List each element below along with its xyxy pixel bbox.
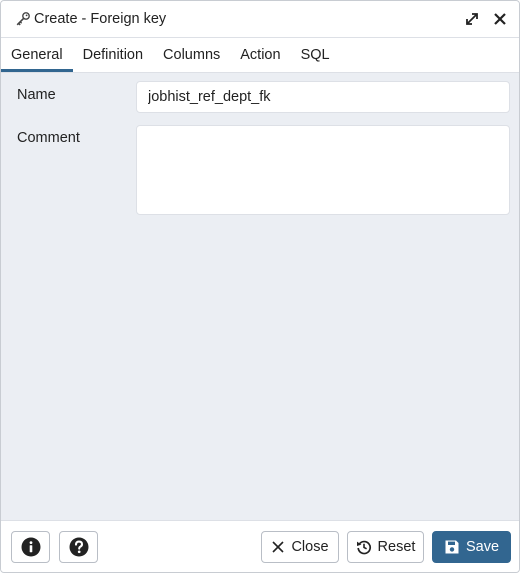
reset-button-label: Reset — [377, 539, 416, 555]
comment-label: Comment — [17, 130, 80, 146]
close-button[interactable]: Close — [261, 531, 339, 563]
maximize-button[interactable] — [463, 10, 481, 28]
name-label: Name — [17, 87, 56, 103]
save-button-label: Save — [465, 539, 500, 555]
dialog-title: Create - Foreign key — [34, 11, 167, 27]
name-input[interactable] — [136, 81, 510, 113]
question-circle-icon — [69, 537, 89, 557]
reset-button[interactable]: Reset — [347, 531, 424, 563]
floppy-disk-icon — [444, 539, 460, 555]
dialog-footer: Close Reset Save — [1, 520, 519, 572]
tab-bar: General Definition Columns Action SQL — [1, 38, 519, 73]
save-button[interactable]: Save — [432, 531, 511, 563]
help-button[interactable] — [59, 531, 98, 563]
expand-arrows-icon — [465, 12, 479, 26]
close-x-icon — [493, 12, 507, 26]
dialog-titlebar[interactable]: Create - Foreign key — [1, 1, 519, 38]
tab-general[interactable]: General — [1, 38, 73, 72]
create-foreign-key-dialog: Create - Foreign key General Definition … — [0, 0, 520, 573]
tab-columns[interactable]: Columns — [153, 38, 230, 72]
info-button[interactable] — [11, 531, 50, 563]
comment-textarea[interactable] — [136, 125, 510, 215]
tab-action[interactable]: Action — [230, 38, 290, 72]
info-circle-icon — [21, 537, 41, 557]
reset-history-icon — [356, 539, 372, 555]
close-x-icon — [271, 540, 285, 554]
close-button-label: Close — [291, 539, 329, 555]
close-dialog-button[interactable] — [491, 10, 509, 28]
key-icon — [14, 10, 32, 28]
tab-sql[interactable]: SQL — [291, 38, 340, 72]
tab-definition[interactable]: Definition — [73, 38, 153, 72]
